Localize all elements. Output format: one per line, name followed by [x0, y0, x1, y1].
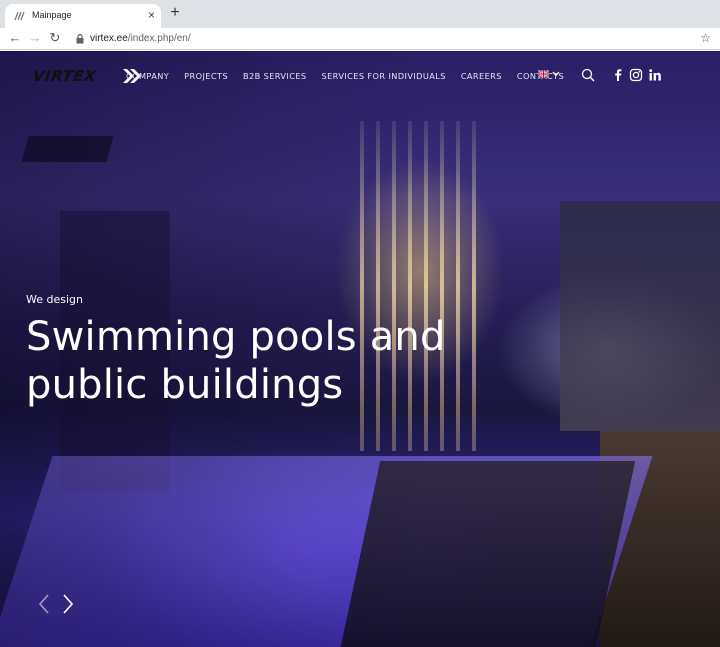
hero-kicker: We design: [26, 293, 83, 306]
menu-item-services-for-individuals[interactable]: SERVICES FOR INDIVIDUALS: [322, 70, 446, 82]
address-bar[interactable]: virtex.ee/index.php/en/ ☆: [70, 30, 715, 48]
site-logo[interactable]: VIRTEX: [31, 67, 141, 85]
tab-title: Mainpage: [32, 10, 72, 20]
main-menu: COMPANY PROJECTS B2B SERVICES SERVICES F…: [126, 70, 579, 82]
tab-close-icon[interactable]: ×: [148, 7, 155, 23]
reload-icon[interactable]: ↻: [46, 29, 64, 47]
menu-item-projects[interactable]: PROJECTS: [184, 70, 228, 82]
url-path: /index.php/en/: [127, 33, 191, 44]
slider-prev-icon[interactable]: [37, 593, 51, 615]
back-icon[interactable]: ←: [6, 29, 24, 47]
slider-next-icon[interactable]: [61, 593, 75, 615]
browser-toolbar: ← → ↻ virtex.ee/index.php/en/ ☆: [0, 28, 720, 50]
uk-flag-icon: [538, 70, 549, 78]
hero-section: VIRTEX COMPANY PROJECTS B2B SERVICES SER…: [0, 51, 720, 647]
logo-text: VIRTEX: [31, 67, 98, 85]
lock-icon: [76, 34, 84, 44]
menu-item-careers[interactable]: CAREERS: [461, 70, 502, 82]
bookmark-star-icon[interactable]: ☆: [700, 31, 711, 45]
linkedin-icon[interactable]: [648, 68, 662, 82]
hero-title-line-1: Swimming pools and: [26, 314, 446, 360]
forward-icon[interactable]: →: [26, 29, 44, 47]
hero-title-line-2: public buildings: [26, 362, 344, 408]
url-text: virtex.ee/index.php/en/: [90, 32, 191, 46]
browser-tab[interactable]: Mainpage ×: [5, 4, 161, 28]
language-selector[interactable]: [538, 70, 560, 78]
url-host: virtex.ee: [90, 33, 128, 44]
browser-tab-strip: Mainpage × +: [0, 0, 720, 28]
menu-item-company[interactable]: COMPANY: [126, 70, 169, 82]
new-tab-button[interactable]: +: [166, 4, 184, 22]
menu-item-b2b-services[interactable]: B2B SERVICES: [243, 70, 307, 82]
instagram-icon[interactable]: [629, 68, 643, 82]
hero-title: Swimming pools and public buildings: [26, 313, 496, 409]
chevron-down-icon: [552, 71, 560, 77]
facebook-icon[interactable]: [611, 68, 625, 82]
search-icon[interactable]: [581, 68, 595, 82]
site-favicon-icon: [14, 11, 25, 21]
